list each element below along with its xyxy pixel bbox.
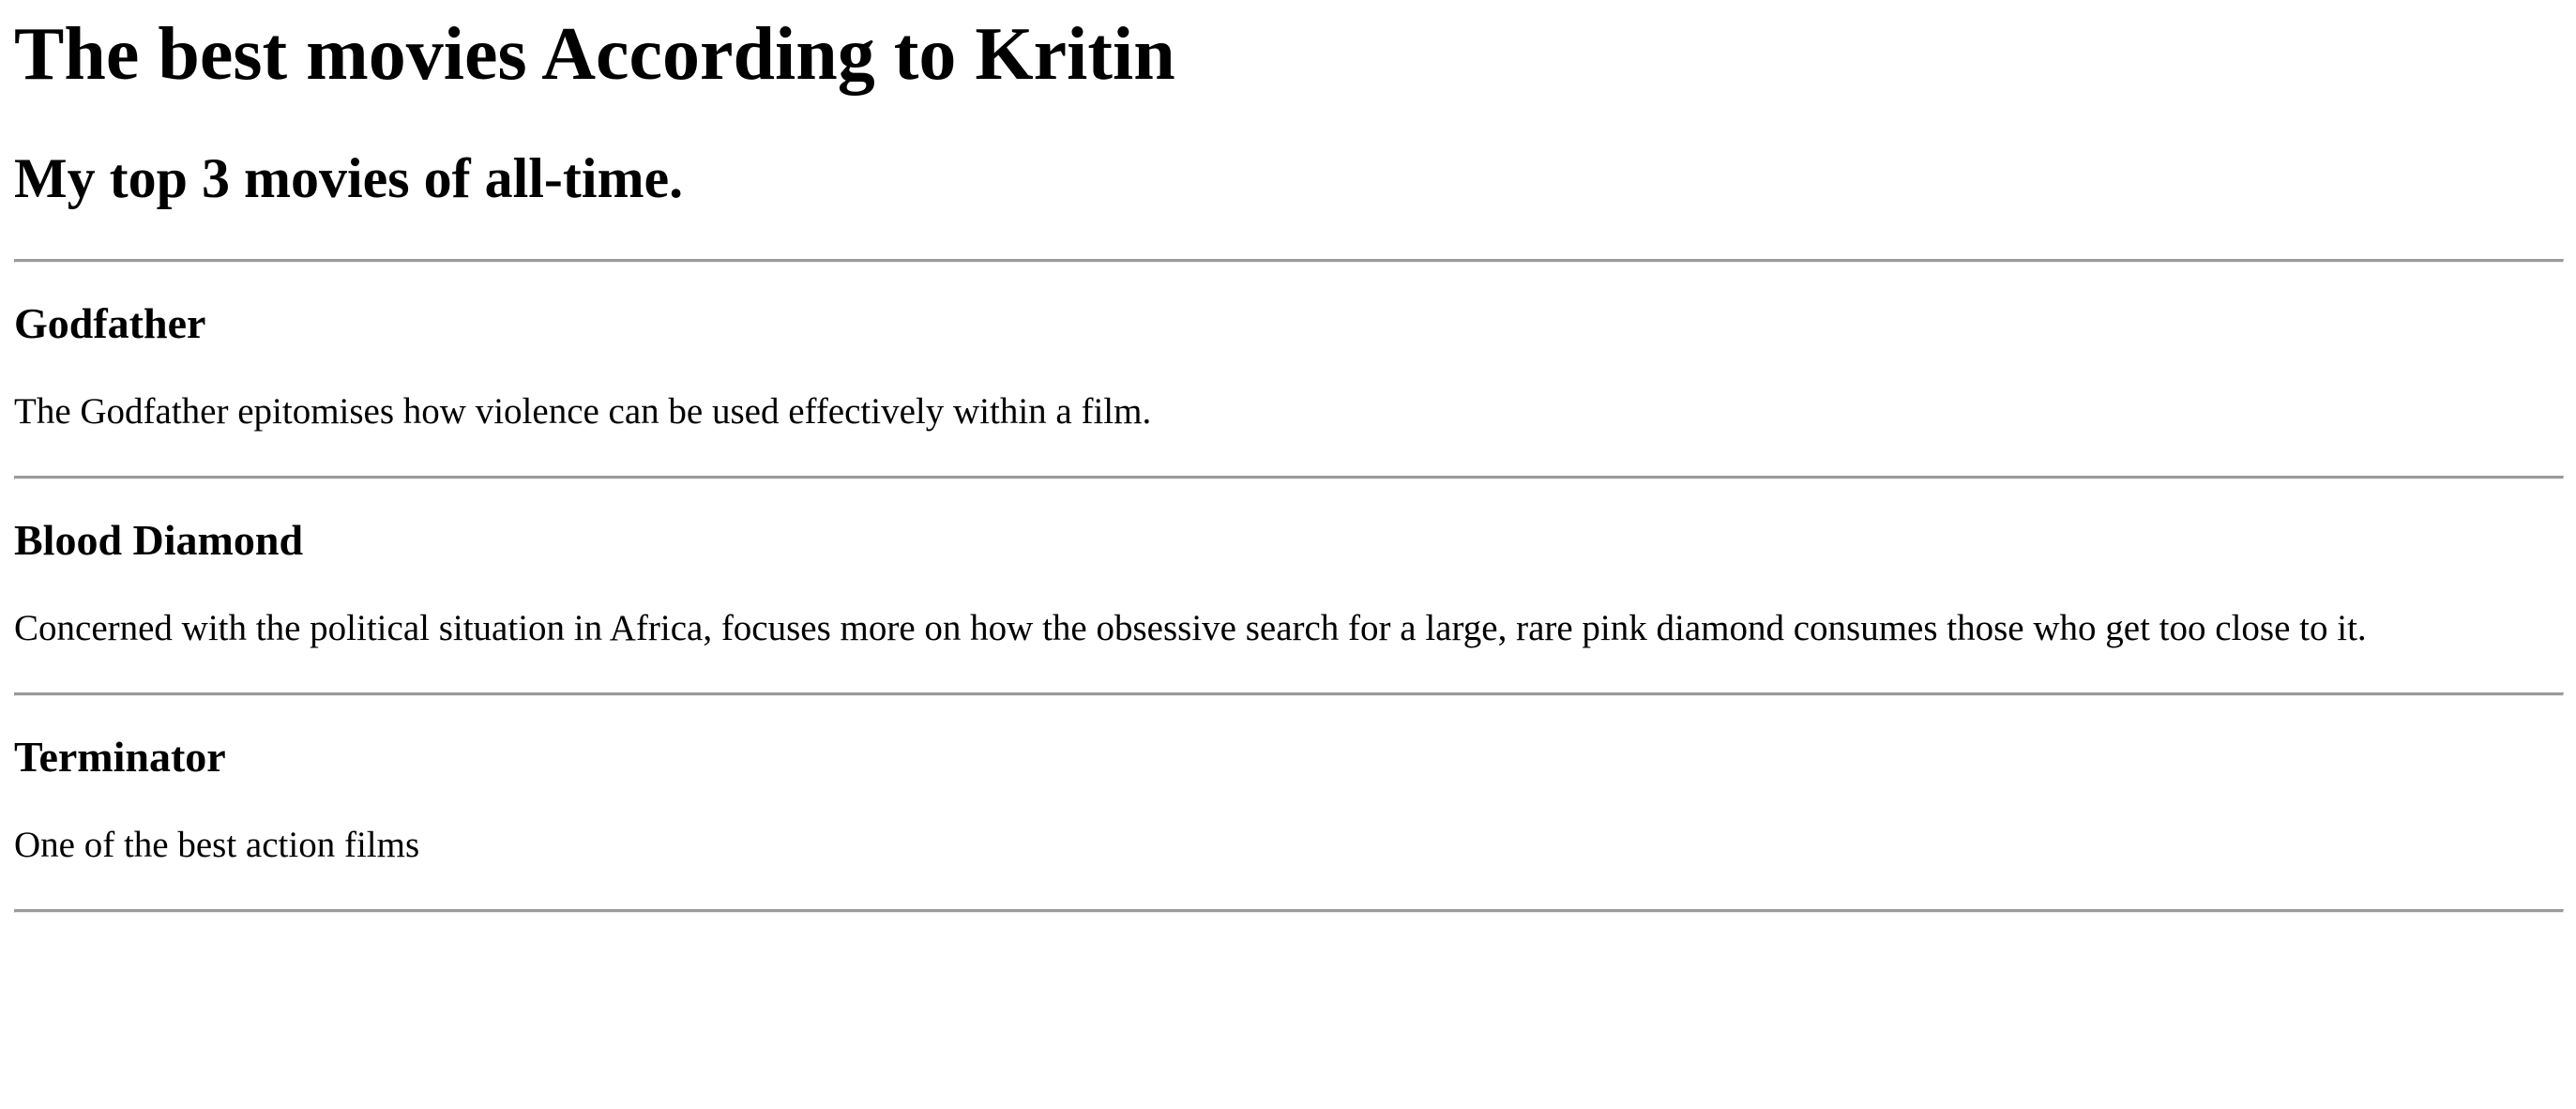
- divider: [14, 259, 2564, 263]
- divider: [14, 692, 2564, 696]
- page-subtitle: My top 3 movies of all-time.: [14, 147, 684, 209]
- divider: [14, 909, 2564, 913]
- movie-description: Concerned with the political situation i…: [14, 608, 2367, 648]
- movie-description: One of the best action films: [14, 825, 420, 865]
- page-title: The best movies According to Kritin: [14, 13, 1175, 96]
- movie-title: Godfather: [14, 299, 206, 347]
- movie-description: The Godfather epitomises how violence ca…: [14, 391, 1152, 432]
- movie-title: Blood Diamond: [14, 516, 304, 564]
- movie-title: Terminator: [14, 733, 226, 781]
- page: The best movies According to Kritin My t…: [0, 0, 2576, 1109]
- divider: [14, 476, 2564, 479]
